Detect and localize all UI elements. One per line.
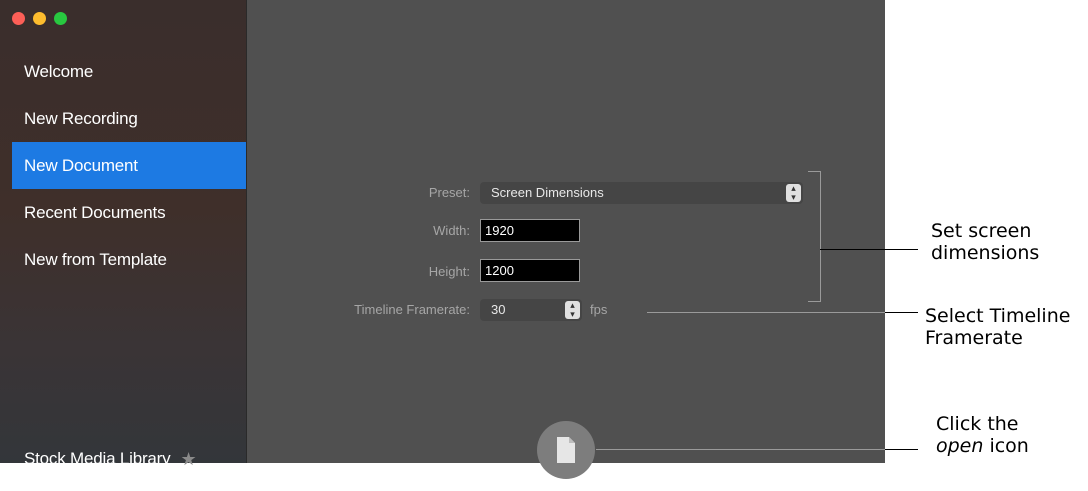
dimensions-callout-line1: Set screen <box>931 220 1032 242</box>
open-callout-emphasis: open <box>936 435 984 457</box>
preset-label: Preset: <box>428 185 470 200</box>
open-callout-line <box>885 449 918 450</box>
star-icon[interactable]: ★ <box>180 450 196 468</box>
stock-media-library-label: Stock Media Library <box>24 449 171 468</box>
open-callout-rest: icon <box>983 435 1029 457</box>
width-field[interactable]: 1920 <box>480 219 580 242</box>
sidebar-item-new-recording[interactable]: New Recording <box>12 95 246 142</box>
zoom-window-button[interactable] <box>54 12 67 25</box>
dimensions-callout: Set screen dimensions <box>931 220 1039 264</box>
preset-value: Screen Dimensions <box>491 185 604 200</box>
open-button[interactable] <box>537 421 595 479</box>
framerate-label: Timeline Framerate: <box>354 302 470 317</box>
minimize-window-button[interactable] <box>33 12 46 25</box>
dimensions-callout-line <box>820 249 918 250</box>
sidebar-nav: Welcome New Recording New Document Recen… <box>12 48 246 283</box>
height-label: Height: <box>428 264 470 279</box>
dimensions-bracket <box>808 171 821 302</box>
stock-media-library-button[interactable]: Stock Media Library ★ <box>24 449 197 469</box>
framerate-value: 30 <box>491 302 506 317</box>
framerate-callout-line <box>885 312 918 313</box>
sidebar-item-new-document[interactable]: New Document <box>12 142 246 189</box>
framerate-callout-line1: Select Timeline <box>925 305 1071 327</box>
sidebar-item-welcome[interactable]: Welcome <box>12 48 246 95</box>
sidebar-item-new-from-template[interactable]: New from Template <box>12 236 246 283</box>
framerate-pointer-gray <box>647 312 885 313</box>
open-pointer-gray <box>596 449 885 450</box>
dimensions-callout-line2: dimensions <box>931 242 1040 264</box>
sidebar: Welcome New Recording New Document Recen… <box>0 0 247 468</box>
open-callout: Click the open icon <box>936 413 1029 457</box>
new-document-panel: Preset: Screen Dimensions ▴ ▾ Width: 1920… <box>247 0 885 479</box>
window-controls <box>12 12 67 25</box>
preset-select[interactable]: Screen Dimensions ▴ ▾ <box>480 182 803 204</box>
document-icon <box>557 437 575 463</box>
framerate-select[interactable]: 30 ▴ ▾ <box>480 299 582 321</box>
sidebar-item-recent-documents[interactable]: Recent Documents <box>12 189 246 236</box>
close-window-button[interactable] <box>12 12 25 25</box>
width-label: Width: <box>433 223 470 238</box>
framerate-callout-line2: Framerate <box>925 327 1023 349</box>
open-callout-line2: open icon <box>936 435 1029 457</box>
framerate-callout: Select Timeline Framerate <box>925 305 1070 349</box>
chevron-updown-icon: ▴ ▾ <box>786 184 801 202</box>
height-field[interactable]: 1200 <box>480 259 580 282</box>
fps-unit-label: fps <box>590 302 608 317</box>
app-window: Welcome New Recording New Document Recen… <box>0 0 885 479</box>
chevron-updown-icon: ▴ ▾ <box>565 301 580 319</box>
open-callout-line1: Click the <box>936 413 1019 435</box>
